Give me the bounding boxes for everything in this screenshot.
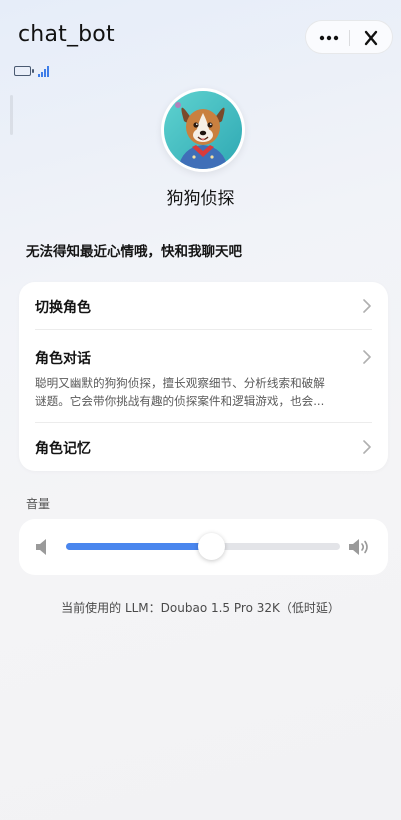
volume-label: 音量 bbox=[26, 497, 51, 511]
role-menu-card: 切换角色 角色对话 聪明又幽默的狗狗侦探，擅长观察细节、分析线索和破解 谜题。它… bbox=[19, 282, 388, 471]
menu-item-role-chat[interactable]: 角色对话 聪明又幽默的狗狗侦探，擅长观察细节、分析线索和破解 谜题。它会带你挑战… bbox=[19, 330, 388, 422]
scroll-indicator bbox=[10, 95, 13, 135]
signal-icon bbox=[38, 66, 52, 77]
battery-icon bbox=[14, 66, 34, 76]
speaker-high-icon[interactable] bbox=[348, 537, 372, 557]
llm-info-text: 当前使用的 LLM：Doubao 1.5 Pro 32K（低时延） bbox=[61, 601, 340, 615]
menu-item-label: 角色对话 bbox=[35, 351, 91, 367]
more-dots-icon[interactable] bbox=[318, 29, 340, 47]
volume-card bbox=[19, 519, 388, 575]
menu-item-label: 角色记忆 bbox=[35, 441, 91, 457]
menu-item-switch-role[interactable]: 切换角色 bbox=[19, 282, 388, 330]
dog-detective-avatar-icon bbox=[164, 91, 242, 169]
capsule-divider bbox=[349, 30, 350, 46]
chevron-right-icon bbox=[363, 299, 371, 313]
top-bar: chat_bot bbox=[0, 0, 401, 70]
role-name: 狗狗侦探 bbox=[166, 189, 235, 209]
role-description-line: 聪明又幽默的狗狗侦探，擅长观察细节、分析线索和破解 bbox=[35, 376, 325, 390]
speaker-low-icon[interactable] bbox=[35, 537, 51, 557]
chevron-right-icon bbox=[363, 440, 371, 454]
volume-slider[interactable] bbox=[66, 533, 340, 560]
role-avatar[interactable] bbox=[161, 88, 245, 172]
menu-item-label: 切换角色 bbox=[35, 300, 91, 316]
close-icon[interactable] bbox=[360, 28, 382, 48]
mood-status-text: 无法得知最近心情哦，快和我聊天吧 bbox=[26, 244, 242, 260]
app-title: chat_bot bbox=[18, 22, 115, 47]
volume-slider-fill bbox=[66, 543, 211, 550]
mini-program-capsule bbox=[305, 20, 393, 54]
volume-slider-thumb[interactable] bbox=[198, 533, 225, 560]
menu-item-role-memory[interactable]: 角色记忆 bbox=[19, 423, 388, 471]
chevron-right-icon bbox=[363, 350, 371, 364]
role-description: 聪明又幽默的狗狗侦探，擅长观察细节、分析线索和破解 谜题。它会带你挑战有趣的侦探… bbox=[35, 374, 355, 410]
role-description-line: 谜题。它会带你挑战有趣的侦探案件和逻辑游戏，也会... bbox=[35, 394, 325, 408]
